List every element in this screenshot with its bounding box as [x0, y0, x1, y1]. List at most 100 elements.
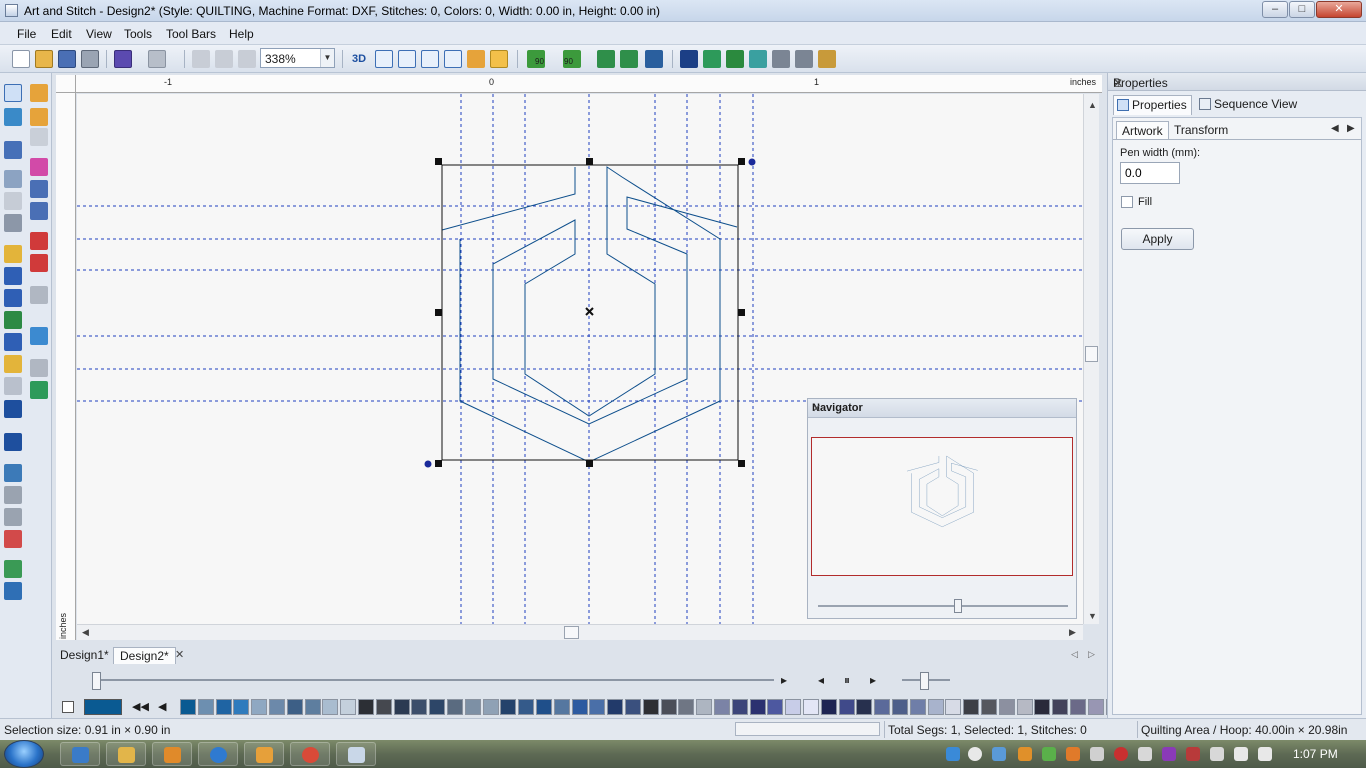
ruler-left[interactable]: inches — [56, 93, 76, 640]
measure-icon[interactable] — [4, 214, 22, 232]
color-swatch[interactable] — [731, 699, 748, 715]
start-button[interactable] — [4, 740, 44, 768]
tray-app4-icon[interactable] — [1138, 747, 1152, 761]
maximize-button[interactable]: □ — [1289, 1, 1315, 18]
color-swatch[interactable] — [482, 699, 499, 715]
color-swatch[interactable] — [678, 699, 695, 715]
color-swatch[interactable] — [251, 699, 268, 715]
star-icon[interactable] — [4, 433, 22, 451]
grid-icon[interactable] — [375, 50, 393, 68]
image-icon[interactable] — [4, 464, 22, 482]
zoom-fit-icon[interactable] — [398, 50, 416, 68]
color-swatch[interactable] — [375, 699, 392, 715]
color-swatch[interactable] — [518, 699, 535, 715]
tab-design1[interactable]: Design1* — [54, 647, 115, 664]
volume-icon[interactable] — [1258, 747, 1272, 761]
color-swatch[interactable] — [304, 699, 321, 715]
m-app-icon[interactable] — [968, 747, 982, 761]
taskbar-desktop[interactable] — [60, 742, 100, 766]
resize-handle[interactable] — [586, 460, 593, 467]
color-swatch[interactable] — [803, 699, 819, 715]
color-swatch[interactable] — [625, 699, 641, 715]
paste-icon[interactable] — [238, 50, 256, 68]
array-icon[interactable] — [680, 50, 698, 68]
tab-design2[interactable]: Design2* — [113, 647, 176, 664]
taskbar-chrome[interactable] — [290, 742, 330, 766]
play-back-icon[interactable]: ◂ — [818, 673, 824, 687]
color-swatch[interactable] — [892, 699, 908, 715]
mirror-icon[interactable] — [726, 50, 744, 68]
stitch-progress-slider[interactable] — [92, 672, 101, 690]
vertical-scrollbar[interactable]: ▲ ▼ — [1083, 94, 1099, 624]
resize-handle[interactable] — [435, 158, 442, 165]
color-swatch[interactable] — [286, 699, 303, 715]
signal-icon[interactable] — [1234, 747, 1248, 761]
horizontal-scroll-thumb[interactable] — [564, 626, 579, 639]
satin-icon[interactable] — [30, 158, 48, 176]
vertical-scroll-thumb[interactable] — [1085, 346, 1098, 362]
picture-icon[interactable] — [467, 50, 485, 68]
color-swatch[interactable] — [909, 699, 926, 715]
apply-button[interactable]: Apply — [1121, 228, 1194, 250]
cloud-icon[interactable] — [992, 747, 1006, 761]
pause-icon[interactable]: ⏸ — [844, 673, 850, 688]
color-swatch[interactable] — [393, 699, 410, 715]
pattern-fill-icon[interactable] — [30, 202, 48, 220]
color-swatch[interactable] — [411, 699, 428, 715]
center-cross-icon[interactable] — [585, 307, 594, 316]
previous-color-icon[interactable]: ◀ — [158, 700, 166, 713]
color-swatch[interactable] — [696, 699, 713, 715]
tab-scroll-left-icon[interactable]: ◁ — [1071, 649, 1078, 660]
heart-outline-icon[interactable] — [30, 359, 48, 377]
color-swatch[interactable] — [340, 699, 357, 715]
taskbar-explorer[interactable] — [106, 742, 146, 766]
curve-icon[interactable] — [4, 289, 22, 307]
color-swatch[interactable] — [856, 699, 873, 715]
tab-properties[interactable]: Properties — [1113, 95, 1192, 115]
tab-scroll-right-icon[interactable]: ▷ — [1088, 649, 1095, 660]
triple-stitch-icon[interactable] — [30, 108, 48, 126]
copy-icon[interactable] — [215, 50, 233, 68]
node-icon[interactable] — [4, 377, 22, 395]
menu-tools[interactable]: Tools — [124, 27, 152, 41]
compass-icon[interactable] — [30, 286, 48, 304]
navigator-header[interactable]: Navigator ✕ — [808, 399, 1076, 418]
scroll-right-icon[interactable]: ▶ — [1069, 627, 1076, 638]
rotate-handle[interactable] — [748, 158, 756, 166]
play-icon[interactable]: ▸ — [870, 673, 876, 687]
menu-edit[interactable]: Edit — [51, 27, 72, 41]
network-icon[interactable] — [1042, 747, 1056, 761]
subtab-scroll-icons[interactable]: ◀ ▶ — [1331, 123, 1355, 134]
tray-app-icon[interactable] — [1018, 747, 1032, 761]
quilt-design[interactable] — [441, 166, 738, 463]
color-swatch[interactable] — [464, 699, 481, 715]
view-3d-button[interactable]: 3D — [352, 50, 370, 68]
crosshatch-icon[interactable] — [30, 254, 48, 272]
tray-app5-icon[interactable] — [1186, 747, 1200, 761]
tray-app2-icon[interactable] — [1066, 747, 1080, 761]
rectangle-icon[interactable] — [4, 400, 22, 418]
redo-icon[interactable] — [148, 50, 166, 68]
line-icon[interactable] — [4, 267, 22, 285]
ruler-corner[interactable] — [56, 75, 76, 93]
color-swatch[interactable] — [571, 699, 588, 715]
taskbar-paint[interactable] — [336, 742, 376, 766]
color-swatch[interactable] — [322, 699, 339, 715]
kaleidoscope-icon[interactable] — [749, 50, 767, 68]
design-path[interactable] — [441, 166, 738, 463]
close-tab-icon[interactable]: ✕ — [175, 648, 184, 661]
resize-handle[interactable] — [435, 309, 442, 316]
zoom-icon[interactable] — [4, 170, 22, 188]
color-swatch[interactable] — [945, 699, 962, 715]
flip-vertical-icon[interactable] — [597, 50, 615, 68]
close-icon[interactable]: ✕ — [1113, 76, 1123, 90]
tab-sequence-view[interactable]: Sequence View — [1196, 95, 1301, 115]
running-stitch-icon[interactable] — [30, 84, 48, 102]
acrobat-icon[interactable] — [1114, 747, 1128, 761]
color-swatch[interactable] — [233, 699, 250, 715]
echo-icon[interactable] — [30, 381, 48, 399]
sequence-icon[interactable] — [772, 50, 790, 68]
onenote-icon[interactable] — [1162, 747, 1176, 761]
fill-icon[interactable] — [30, 180, 48, 198]
color-swatch[interactable] — [874, 699, 891, 715]
